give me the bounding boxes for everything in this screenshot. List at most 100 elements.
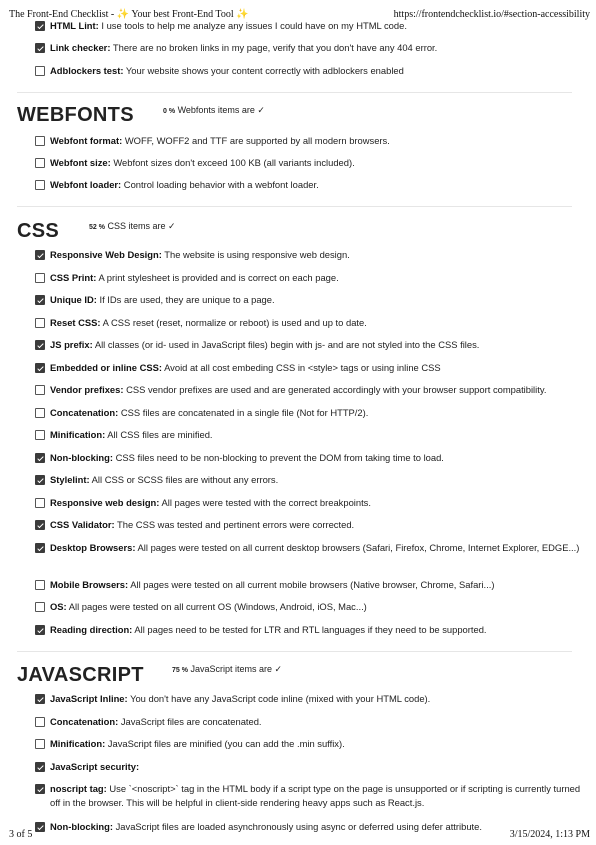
checkbox[interactable] bbox=[35, 694, 45, 704]
checklist-item[interactable]: Minification: All CSS files are minified… bbox=[35, 428, 586, 442]
checklist-item[interactable]: Webfont format: WOFF, WOFF2 and TTF are … bbox=[35, 134, 586, 148]
item-title: Stylelint: bbox=[50, 474, 90, 485]
checklist-item[interactable]: Non-blocking: JavaScript files are loade… bbox=[35, 820, 586, 834]
checkbox[interactable] bbox=[35, 822, 45, 832]
checkbox[interactable] bbox=[35, 180, 45, 190]
checklist-item[interactable]: Responsive Web Design: The website is us… bbox=[35, 248, 586, 262]
checklist-item[interactable]: CSS Validator: The CSS was tested and pe… bbox=[35, 518, 586, 532]
item-title: CSS Print: bbox=[50, 272, 97, 283]
progress-percent: 52 % bbox=[89, 224, 105, 231]
checklist-item[interactable]: Vendor prefixes: CSS vendor prefixes are… bbox=[35, 383, 586, 397]
item-description: Your website shows your content correctl… bbox=[123, 65, 404, 76]
checkbox[interactable] bbox=[35, 363, 45, 373]
checkbox[interactable] bbox=[35, 66, 45, 76]
checklist-item[interactable]: Mobile Browsers: All pages were tested o… bbox=[35, 578, 586, 592]
checklist-item[interactable]: Webfont size: Webfont sizes don't exceed… bbox=[35, 156, 586, 170]
checkbox[interactable] bbox=[35, 580, 45, 590]
item-title: Link checker: bbox=[50, 42, 111, 53]
checklist-item[interactable]: Unique ID: If IDs are used, they are uni… bbox=[35, 293, 586, 307]
section-progress-webfonts: 0 % Webfonts items are ✓ bbox=[163, 105, 265, 116]
item-description: All pages were tested on all current mob… bbox=[128, 579, 495, 590]
checkbox[interactable] bbox=[35, 43, 45, 53]
progress-label: JavaScript items are ✓ bbox=[187, 664, 283, 674]
progress-percent: 0 % bbox=[163, 108, 176, 115]
page-number: 3 of 5 bbox=[9, 829, 33, 840]
checklist-item[interactable]: JavaScript security: bbox=[35, 760, 586, 774]
checklist-item[interactable]: Non-blocking: CSS files need to be non-b… bbox=[35, 451, 586, 465]
item-title: Unique ID: bbox=[50, 294, 97, 305]
checkbox[interactable] bbox=[35, 453, 45, 463]
item-description: All pages were tested with the correct b… bbox=[159, 497, 371, 508]
item-description: All pages were tested on all current OS … bbox=[66, 601, 367, 612]
item-title: Concatenation: bbox=[50, 716, 119, 727]
item-title: Mobile Browsers: bbox=[50, 579, 129, 590]
item-description: JavaScript files are loaded asynchronous… bbox=[113, 821, 482, 832]
item-description: CSS files need to be non-blocking to pre… bbox=[113, 452, 444, 463]
checkbox[interactable] bbox=[35, 136, 45, 146]
checklist-item[interactable]: Reset CSS: A CSS reset (reset, normalize… bbox=[35, 316, 586, 330]
item-description: WOFF, WOFF2 and TTF are supported by all… bbox=[122, 135, 390, 146]
item-title: Desktop Browsers: bbox=[50, 542, 136, 553]
checkbox[interactable] bbox=[35, 318, 45, 328]
checkbox[interactable] bbox=[35, 602, 45, 612]
section-divider bbox=[17, 651, 572, 652]
checklist-item[interactable]: JavaScript Inline: You don't have any Ja… bbox=[35, 692, 586, 706]
item-title: Minification: bbox=[50, 429, 106, 440]
checkbox[interactable] bbox=[35, 543, 45, 553]
item-description: There are no broken links in my page, ve… bbox=[110, 42, 438, 53]
item-title: Webfont size: bbox=[50, 157, 111, 168]
checkbox[interactable] bbox=[35, 340, 45, 350]
item-title: Responsive web design: bbox=[50, 497, 160, 508]
checkbox[interactable] bbox=[35, 385, 45, 395]
checkbox[interactable] bbox=[35, 158, 45, 168]
checkbox[interactable] bbox=[35, 762, 45, 772]
checklist-item[interactable]: Concatenation: CSS files are concatenate… bbox=[35, 406, 586, 420]
checkbox[interactable] bbox=[35, 498, 45, 508]
checkbox[interactable] bbox=[35, 408, 45, 418]
checkbox[interactable] bbox=[35, 21, 45, 31]
checklist-item[interactable]: Responsive web design: All pages were te… bbox=[35, 496, 586, 510]
checklist-item[interactable]: Concatenation: JavaScript files are conc… bbox=[35, 715, 586, 729]
checkbox[interactable] bbox=[35, 430, 45, 440]
checkbox[interactable] bbox=[35, 273, 45, 283]
checkbox[interactable] bbox=[35, 625, 45, 635]
item-description: CSS files are concatenated in a single f… bbox=[118, 407, 369, 418]
item-title: Responsive Web Design: bbox=[50, 249, 162, 260]
item-title: Webfont format: bbox=[50, 135, 123, 146]
checkbox[interactable] bbox=[35, 250, 45, 260]
item-description: All pages need to be tested for LTR and … bbox=[132, 624, 487, 635]
section-divider bbox=[17, 92, 572, 93]
item-title: Reset CSS: bbox=[50, 317, 101, 328]
checklist-item[interactable]: OS: All pages were tested on all current… bbox=[35, 600, 586, 614]
item-description: The CSS was tested and pertinent errors … bbox=[114, 519, 355, 530]
item-description: The website is using responsive web desi… bbox=[161, 249, 350, 260]
item-title: JavaScript security: bbox=[50, 761, 140, 772]
checklist-item[interactable]: HTML Lint: I use tools to help me analyz… bbox=[35, 19, 586, 33]
checklist-item[interactable]: Reading direction: All pages need to be … bbox=[35, 623, 586, 637]
checklist-item[interactable]: JS prefix: All classes (or id- used in J… bbox=[35, 338, 586, 352]
checkbox[interactable] bbox=[35, 784, 45, 794]
progress-percent: 75 % bbox=[172, 667, 188, 674]
checkbox[interactable] bbox=[35, 475, 45, 485]
checkbox[interactable] bbox=[35, 717, 45, 727]
checklist-item[interactable]: CSS Print: A print stylesheet is provide… bbox=[35, 271, 586, 285]
progress-label: CSS items are ✓ bbox=[104, 221, 176, 231]
item-description: I use tools to help me analyze any issue… bbox=[98, 20, 407, 31]
item-description: You don't have any JavaScript code inlin… bbox=[127, 693, 431, 704]
checkbox[interactable] bbox=[35, 739, 45, 749]
checklist-item[interactable]: Desktop Browsers: All pages were tested … bbox=[35, 541, 586, 555]
checklist-item[interactable]: noscript tag: Use `<noscript>` tag in th… bbox=[35, 782, 586, 810]
item-description: A print stylesheet is provided and is co… bbox=[96, 272, 339, 283]
checklist-item[interactable]: Adblockers test: Your website shows your… bbox=[35, 64, 586, 78]
section-title-webfonts: WEBFONTS bbox=[17, 104, 134, 126]
checklist-item[interactable]: Minification: JavaScript files are minif… bbox=[35, 737, 586, 751]
item-description: Webfont sizes don't exceed 100 KB (all v… bbox=[110, 157, 355, 168]
section-title-javascript: JAVASCRIPT bbox=[17, 664, 144, 686]
checklist-item[interactable]: Stylelint: All CSS or SCSS files are wit… bbox=[35, 473, 586, 487]
checklist-item[interactable]: Webfont loader: Control loading behavior… bbox=[35, 178, 586, 192]
checklist-item[interactable]: Link checker: There are no broken links … bbox=[35, 41, 586, 55]
checkbox[interactable] bbox=[35, 520, 45, 530]
checklist-item[interactable]: Embedded or inline CSS: Avoid at all cos… bbox=[35, 361, 586, 375]
item-title: Webfont loader: bbox=[50, 179, 122, 190]
checkbox[interactable] bbox=[35, 295, 45, 305]
